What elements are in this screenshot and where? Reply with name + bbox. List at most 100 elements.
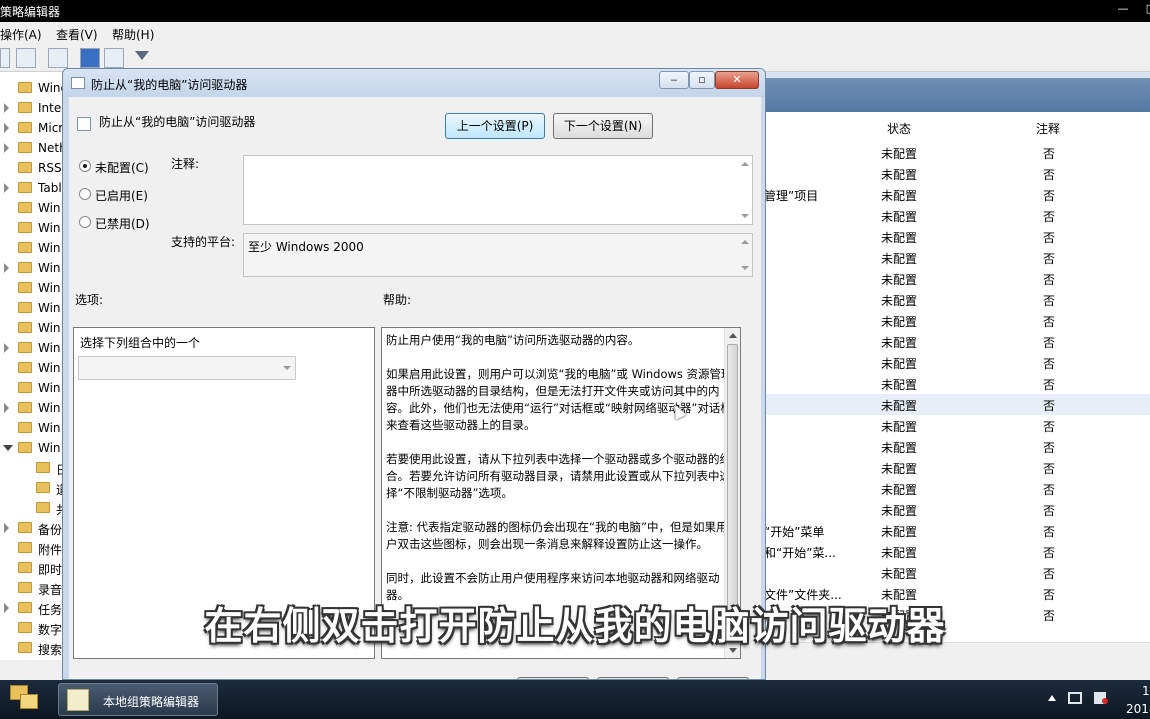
folder-icon xyxy=(18,542,32,553)
comment-field[interactable] xyxy=(243,155,753,225)
table-row[interactable]: 未配置 否 xyxy=(764,457,1150,478)
tree-item-label: Inter xyxy=(38,101,64,115)
tree-item[interactable]: Inter xyxy=(0,98,64,118)
tree-item[interactable]: 共 xyxy=(0,498,64,518)
row-comment: 否 xyxy=(1043,462,1056,476)
expand-icon[interactable] xyxy=(4,183,9,193)
tree-item[interactable]: Window xyxy=(0,78,64,98)
prev-setting-button[interactable]: 上一个设置(P) xyxy=(445,113,545,139)
folder-icon xyxy=(18,202,32,213)
tree-item[interactable]: Neth xyxy=(0,138,64,158)
dialog-close-button[interactable]: ✕ xyxy=(715,71,759,89)
table-row[interactable]: 和“开始”菜... 未配置 否 xyxy=(764,541,1150,562)
tree-item[interactable]: Win xyxy=(0,258,64,278)
tree-item[interactable]: Win xyxy=(0,238,64,258)
tree-item[interactable]: Win xyxy=(0,398,64,418)
comment-scrollbar[interactable] xyxy=(738,156,752,224)
table-row[interactable]: 未配置 否 xyxy=(764,562,1150,583)
table-row[interactable]: 未配置 否 xyxy=(764,436,1150,457)
dialog-titlebar[interactable]: 防止从“我的电脑”访问驱动器 ‒ ▫ ✕ xyxy=(63,69,765,97)
maximize-icon[interactable]: □ xyxy=(1136,2,1150,15)
menu-action[interactable]: 操作(A) xyxy=(0,26,42,43)
tree-item[interactable]: Win xyxy=(0,198,64,218)
network-icon[interactable] xyxy=(1068,692,1082,704)
apply-button[interactable] xyxy=(677,677,749,679)
tree-item[interactable]: Win xyxy=(0,318,64,338)
tree-item[interactable]: Win xyxy=(0,438,64,458)
expand-icon[interactable] xyxy=(4,343,9,353)
expand-icon[interactable] xyxy=(4,143,9,153)
tree-item[interactable]: 日 xyxy=(0,458,64,478)
dialog-maximize-button[interactable]: ▫ xyxy=(689,71,715,89)
clock-date[interactable]: 2018 xyxy=(1126,702,1150,716)
tree-item[interactable]: Win xyxy=(0,278,64,298)
ok-button[interactable] xyxy=(517,677,589,679)
tree-item[interactable]: Win xyxy=(0,298,64,318)
table-row[interactable]: 未配置 否 xyxy=(764,163,1150,184)
next-setting-button[interactable]: 下一个设置(N) xyxy=(553,113,653,139)
scroll-thumb[interactable] xyxy=(727,344,738,636)
tree-item[interactable]: Win xyxy=(0,418,64,438)
menu-help[interactable]: 帮助(H) xyxy=(112,26,154,43)
tree-item[interactable]: RSS xyxy=(0,158,64,178)
expand-icon[interactable] xyxy=(4,523,9,533)
table-row[interactable]: 未配置 否 xyxy=(764,331,1150,352)
table-row[interactable]: 未配置 否 xyxy=(764,247,1150,268)
back-icon[interactable] xyxy=(0,48,10,68)
expand-icon[interactable] xyxy=(4,123,9,133)
table-row[interactable]: 未配置 否 xyxy=(764,478,1150,499)
properties-icon[interactable] xyxy=(104,48,124,68)
table-row[interactable]: 未配置 否 xyxy=(764,394,1150,415)
tree-item[interactable]: Win xyxy=(0,218,64,238)
table-row[interactable]: 未配置 否 xyxy=(764,373,1150,394)
dialog-minimize-button[interactable]: ‒ xyxy=(659,71,689,89)
show-tree-icon[interactable] xyxy=(16,48,36,68)
drive-combo[interactable] xyxy=(78,356,296,380)
platform-scrollbar[interactable] xyxy=(738,234,752,276)
expand-icon[interactable] xyxy=(4,403,9,413)
platform-field: 至少 Windows 2000 xyxy=(243,233,753,277)
tree-item[interactable]: Win xyxy=(0,378,64,398)
table-row[interactable]: 未配置 否 xyxy=(764,205,1150,226)
table-row[interactable]: 未配置 否 xyxy=(764,499,1150,520)
scroll-up-icon[interactable] xyxy=(729,333,737,338)
tree-item[interactable]: 道 xyxy=(0,478,64,498)
combo-label: 选择下列组合中的一个 xyxy=(80,336,201,350)
tree-item[interactable]: Win xyxy=(0,338,64,358)
tree-item[interactable]: Tabl xyxy=(0,178,64,198)
taskbar-item-gpedit[interactable]: 本地组策略编辑器 xyxy=(58,683,218,716)
table-row[interactable]: 未配置 否 xyxy=(764,289,1150,310)
row-status: 未配置 xyxy=(881,441,918,455)
expand-icon[interactable] xyxy=(4,103,9,113)
minimize-icon[interactable]: — xyxy=(1108,2,1138,15)
column-status[interactable]: 状态 xyxy=(887,120,911,140)
tree-item[interactable]: 附件 xyxy=(0,538,64,558)
row-comment: 否 xyxy=(1043,336,1056,350)
table-row[interactable]: “开始”菜单 未配置 否 xyxy=(764,520,1150,541)
show-hidden-icons-icon[interactable] xyxy=(1048,695,1056,701)
tree-item[interactable]: 备份 xyxy=(0,518,64,538)
expand-open-icon[interactable] xyxy=(3,445,13,451)
table-row[interactable]: 未配置 否 xyxy=(764,352,1150,373)
filter-icon[interactable] xyxy=(132,48,152,68)
row-comment: 否 xyxy=(1043,315,1056,329)
export-icon[interactable] xyxy=(48,48,68,68)
volume-muted-icon[interactable] xyxy=(1094,692,1108,704)
table-row[interactable]: 未配置 否 xyxy=(764,268,1150,289)
table-row[interactable]: 未配置 否 xyxy=(764,142,1150,163)
tree-item[interactable]: Win xyxy=(0,358,64,378)
table-row[interactable]: 未配置 否 xyxy=(764,226,1150,247)
row-comment: 否 xyxy=(1043,399,1056,413)
table-row[interactable]: 管理”项目 未配置 否 xyxy=(764,184,1150,205)
tree-item[interactable]: Micr xyxy=(0,118,64,138)
help-icon[interactable] xyxy=(80,48,100,68)
cancel-button[interactable] xyxy=(597,677,669,679)
column-comment[interactable]: 注释 xyxy=(1036,120,1060,140)
tree-item[interactable]: 即时 xyxy=(0,558,64,578)
expand-icon[interactable] xyxy=(4,263,9,273)
clock-time[interactable]: 1 xyxy=(1142,684,1150,698)
table-row[interactable]: 未配置 否 xyxy=(764,310,1150,331)
menu-view[interactable]: 查看(V) xyxy=(56,26,98,43)
folder-icon[interactable] xyxy=(6,682,46,716)
table-row[interactable]: 未配置 否 xyxy=(764,415,1150,436)
